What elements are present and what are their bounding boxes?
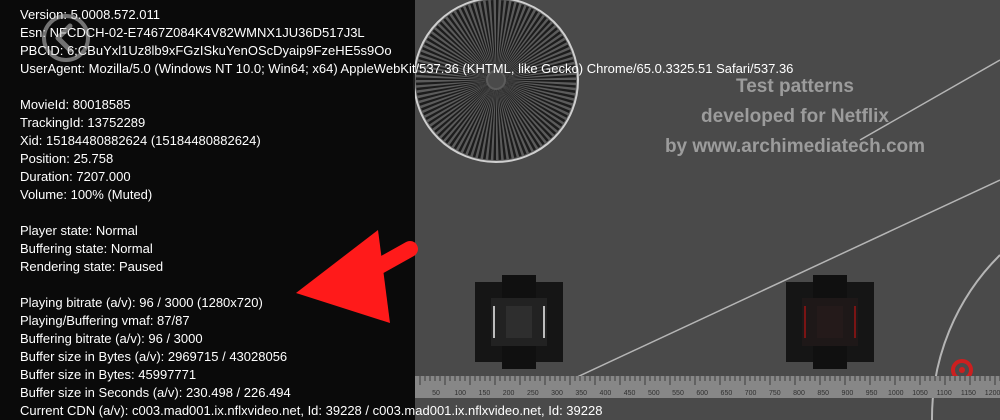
ruler-label: 1100 — [937, 390, 952, 397]
ruler-label: 100 — [454, 390, 466, 397]
ruler-label: 500 — [648, 390, 660, 397]
ruler-label: 150 — [479, 390, 491, 397]
ruler-label: 650 — [721, 390, 733, 397]
position-line: Position: 25.758 — [20, 151, 114, 166]
test-pattern-caption: Test patterns developed for Netflix by w… — [630, 72, 960, 162]
back-arrow-icon[interactable] — [40, 12, 92, 64]
red-arrow-annotation — [296, 230, 418, 323]
player-state-line: Player state: Normal — [20, 223, 138, 238]
vmaf-line: Playing/Buffering vmaf: 87/87 — [20, 313, 190, 328]
ruler-label: 350 — [575, 390, 587, 397]
ruler-label: 900 — [842, 390, 854, 397]
tracking-id-line: TrackingId: 13752289 — [20, 115, 146, 130]
volume-line: Volume: 100% (Muted) — [20, 187, 153, 202]
buffering-state-line: Buffering state: Normal — [20, 241, 153, 256]
duration-line: Duration: 7207.000 — [20, 169, 131, 184]
test-pattern-subtitle: developed for Netflix — [701, 106, 889, 127]
user-agent-line: UserAgent: Mozilla/5.0 (Windows NT 10.0;… — [20, 61, 794, 76]
ruler: 50 100 150 200 250 300 350 400 450 500 550 600 650 70… — [415, 376, 1000, 398]
red-marker-center — [959, 367, 965, 373]
ruler-label: 550 — [672, 390, 684, 397]
ruler-label: 50 — [432, 390, 440, 397]
starburst-pattern — [413, 0, 579, 163]
cdn-line: Current CDN (a/v): c003.mad001.ix.nflxvi… — [20, 403, 603, 418]
ruler-label: 200 — [503, 390, 515, 397]
ruler-label: 600 — [696, 390, 708, 397]
ruler-label: 1200 — [985, 390, 1000, 397]
buffering-bitrate-line: Buffering bitrate (a/v): 96 / 3000 — [20, 331, 203, 346]
movie-id-line: MovieId: 80018585 — [20, 97, 131, 112]
ruler-label: 400 — [600, 390, 612, 397]
test-pattern-website: by www.archimediatech.com — [664, 136, 926, 157]
buffer-seconds-line: Buffer size in Seconds (a/v): 230.498 / … — [20, 385, 291, 400]
ruler-label: 850 — [817, 390, 829, 397]
ruler-label: 300 — [551, 390, 563, 397]
ruler-label: 700 — [745, 390, 757, 397]
grey-patch-left — [475, 275, 563, 369]
xid-line: Xid: 15184480882624 (15184480882624) — [20, 133, 261, 148]
red-patch-right — [786, 275, 874, 369]
buffer-bytes-av-line: Buffer size in Bytes (a/v): 2969715 / 43… — [20, 349, 288, 364]
rendering-state-line: Rendering state: Paused — [20, 259, 164, 274]
ruler-label: 950 — [866, 390, 878, 397]
ruler-label: 450 — [624, 390, 636, 397]
playing-bitrate-line: Playing bitrate (a/v): 96 / 3000 (1280x7… — [20, 295, 263, 310]
ruler-label: 800 — [793, 390, 805, 397]
ruler-label: 1150 — [961, 390, 976, 397]
ruler-label: 1050 — [912, 390, 928, 397]
ruler-label: 250 — [527, 390, 539, 397]
ruler-label: 750 — [769, 390, 781, 397]
ruler-label: 1000 — [888, 390, 904, 397]
buffer-bytes-line: Buffer size in Bytes: 45997771 — [20, 367, 197, 382]
